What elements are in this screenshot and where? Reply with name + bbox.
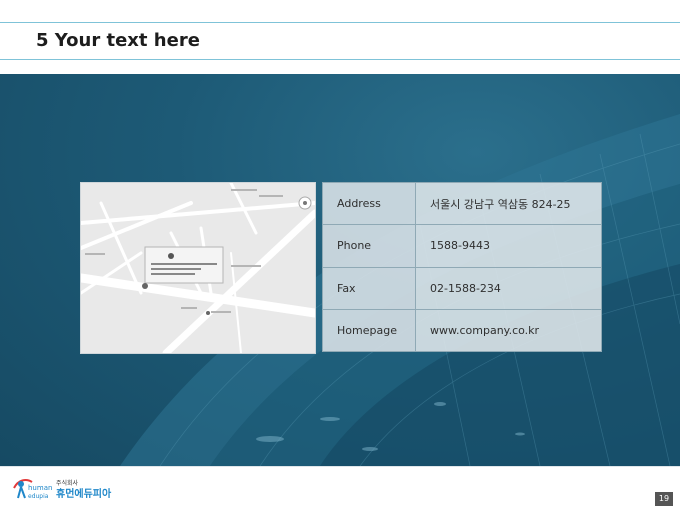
page-number-badge: 19 bbox=[655, 492, 673, 506]
contact-label: Homepage bbox=[322, 308, 416, 353]
contact-value: 서울시 강남구 역삼동 824-25 bbox=[415, 181, 602, 226]
header-top-rule bbox=[0, 22, 680, 23]
contact-row-homepage: Homepage www.company.co.kr bbox=[322, 308, 602, 353]
map-graphic bbox=[81, 183, 315, 353]
contact-value: 1588-9443 bbox=[415, 224, 602, 268]
logo-en-human: human bbox=[28, 484, 52, 492]
logo-kr-line1: 주식회사 bbox=[56, 479, 79, 487]
header-bottom-rule bbox=[0, 59, 680, 60]
contact-row-fax: Fax 02-1588-234 bbox=[322, 266, 602, 310]
contact-label: Phone bbox=[322, 224, 416, 268]
contact-row-phone: Phone 1588-9443 bbox=[322, 224, 602, 268]
contact-label: Address bbox=[322, 181, 416, 226]
logo-en-edupia: edupia bbox=[28, 493, 49, 500]
footer-rule bbox=[0, 466, 680, 467]
contact-row-address: Address 서울시 강남구 역삼동 824-25 bbox=[322, 181, 602, 226]
contact-label: Fax bbox=[322, 266, 416, 310]
logo-graphic: human edupia 주식회사 휴먼에듀피아 bbox=[13, 479, 112, 500]
location-map[interactable] bbox=[80, 182, 316, 354]
contact-value homepage-link[interactable]: www.company.co.kr bbox=[415, 308, 602, 353]
company-logo: human edupia 주식회사 휴먼에듀피아 bbox=[12, 474, 142, 504]
logo-kr-line2: 휴먼에듀피아 bbox=[56, 487, 112, 500]
slide-title: 5 Your text here bbox=[36, 30, 200, 51]
contact-info-table: Address 서울시 강남구 역삼동 824-25 Phone 1588-94… bbox=[322, 181, 602, 353]
contact-value: 02-1588-234 bbox=[415, 266, 602, 310]
